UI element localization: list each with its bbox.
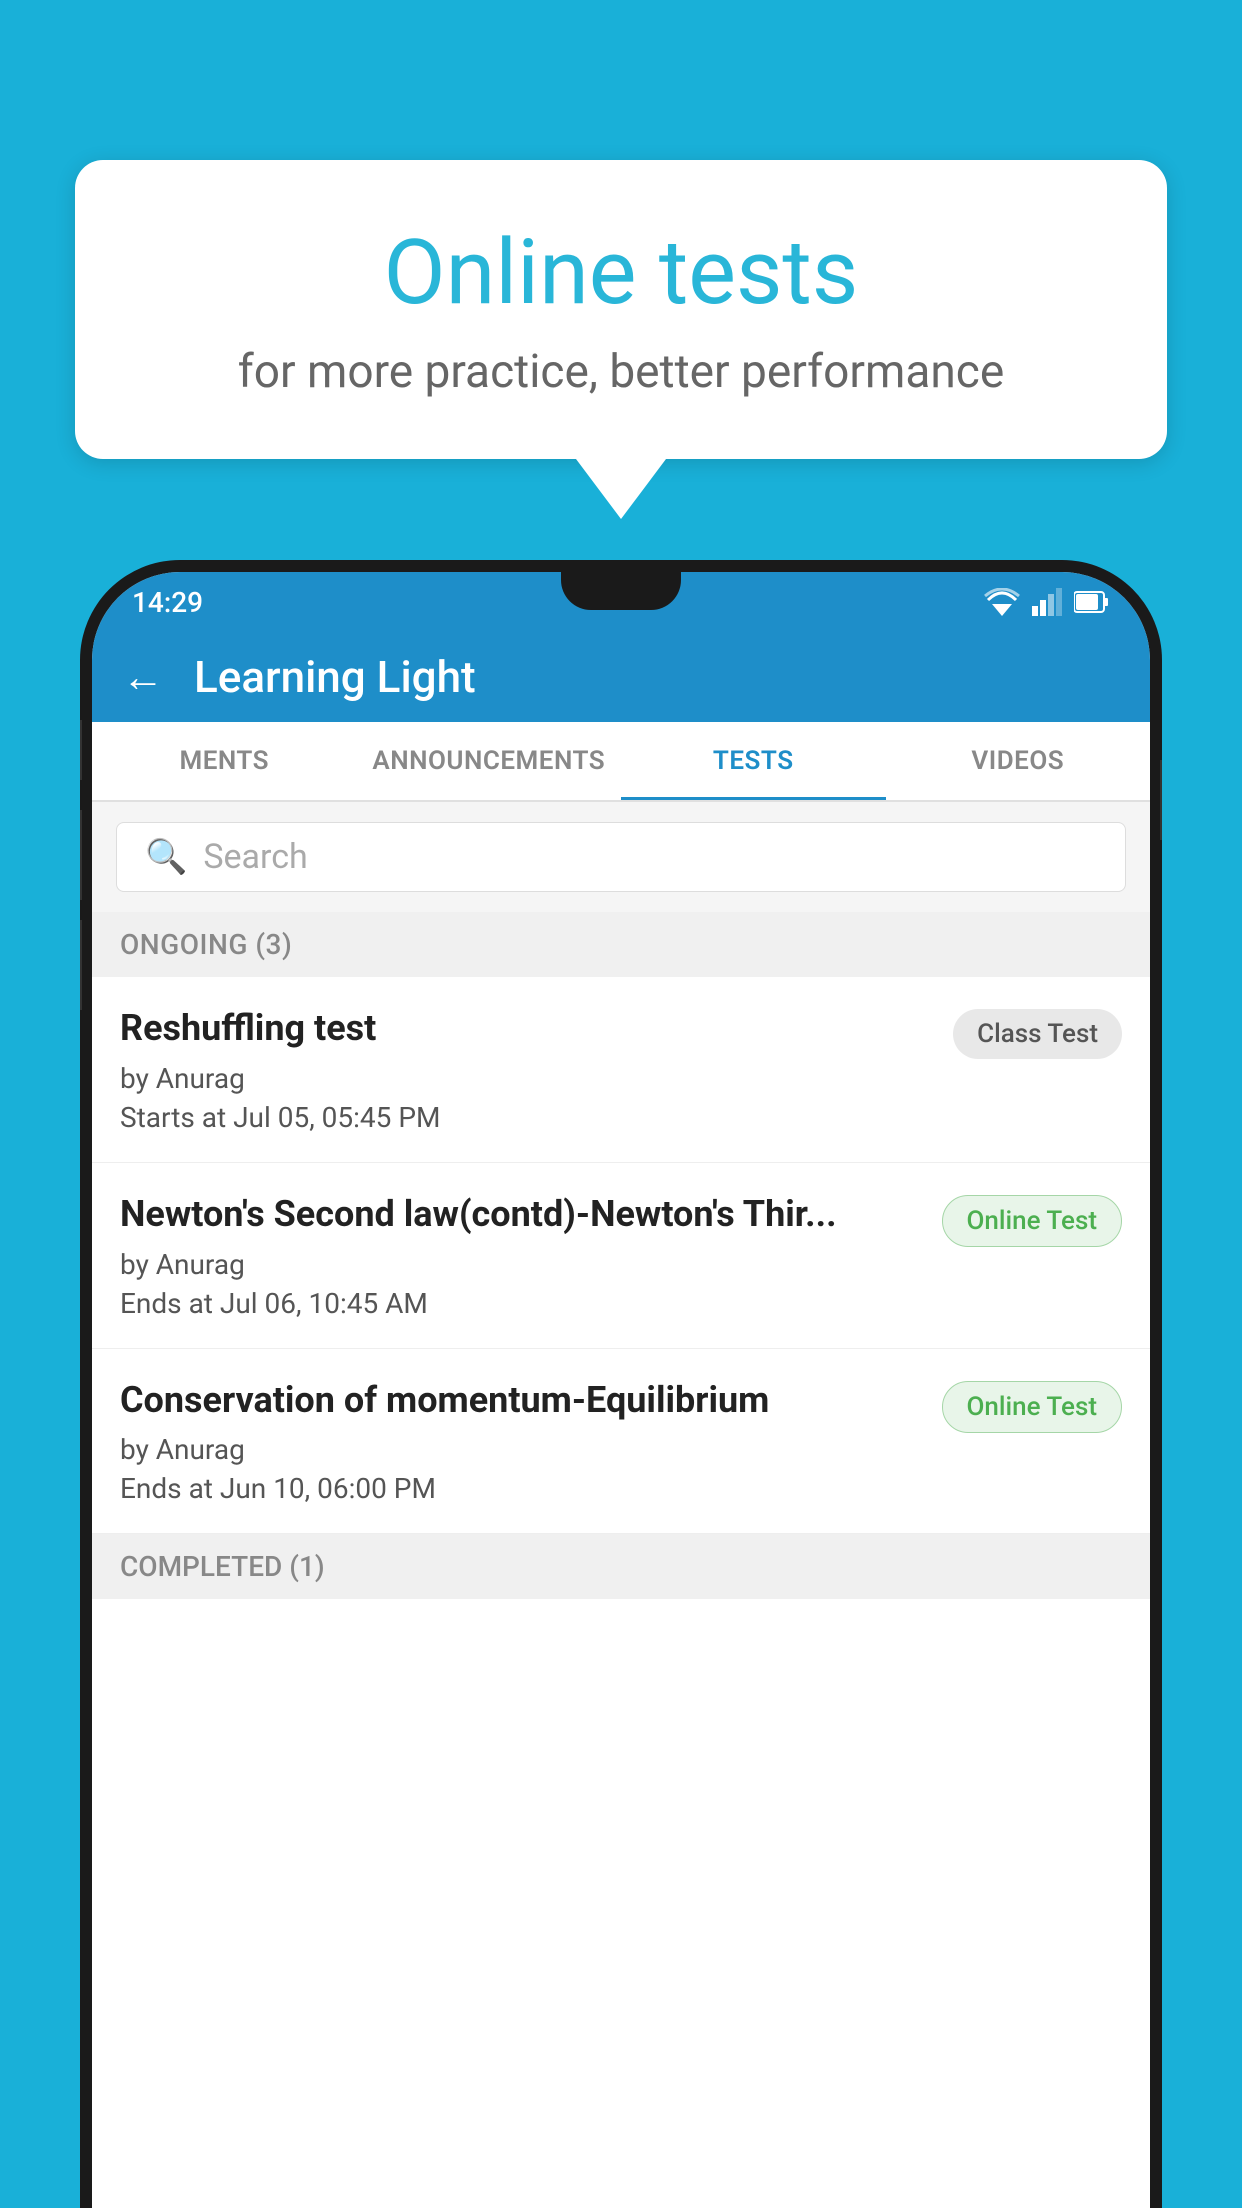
test-author-2: by Anurag [120,1248,922,1281]
wifi-icon [984,588,1020,616]
test-author-1: by Anurag [120,1062,933,1095]
test-name-3: Conservation of momentum-Equilibrium [120,1377,922,1424]
phone-frame: 14:29 [80,560,1162,2208]
test-info-1: Reshuffling test by Anurag Starts at Jul… [120,1005,933,1134]
phone-volume-down-btn [80,810,82,900]
tab-videos[interactable]: VIDEOS [886,722,1151,800]
battery-icon [1074,590,1110,614]
test-date-1: Starts at Jul 05, 05:45 PM [120,1101,933,1134]
search-icon: 🔍 [145,837,187,877]
tab-ments[interactable]: MENTS [92,722,357,800]
phone-volume-up-btn [80,720,82,780]
phone-inner: 14:29 [92,572,1150,2208]
test-item-3[interactable]: Conservation of momentum-Equilibrium by … [92,1349,1150,1535]
tabs-container: MENTS ANNOUNCEMENTS TESTS VIDEOS [92,722,1150,802]
search-input-wrapper[interactable]: 🔍 Search [116,822,1126,892]
phone-wrapper: 14:29 [80,560,1162,2208]
test-date-3: Ends at Jun 10, 06:00 PM [120,1472,922,1505]
tab-tests[interactable]: TESTS [621,722,886,800]
test-item-2[interactable]: Newton's Second law(contd)-Newton's Thir… [92,1163,1150,1349]
app-title: Learning Light [194,651,476,703]
section-ongoing-header: ONGOING (3) [92,912,1150,977]
status-time: 14:29 [132,586,203,619]
status-bar: 14:29 [92,572,1150,632]
app-header: ← Learning Light [92,632,1150,722]
search-placeholder: Search [203,837,307,877]
test-info-2: Newton's Second law(contd)-Newton's Thir… [120,1191,922,1320]
tab-announcements[interactable]: ANNOUNCEMENTS [357,722,622,800]
section-completed-header: COMPLETED (1) [92,1534,1150,1599]
speech-bubble-title: Online tests [155,220,1087,325]
status-icons [984,588,1110,616]
signal-icon [1032,588,1062,616]
phone-side-btn-right [1160,760,1162,840]
test-date-2: Ends at Jul 06, 10:45 AM [120,1287,922,1320]
speech-bubble-subtitle: for more practice, better performance [155,345,1087,399]
search-container: 🔍 Search [92,802,1150,912]
test-item-1[interactable]: Reshuffling test by Anurag Starts at Jul… [92,977,1150,1163]
speech-bubble: Online tests for more practice, better p… [75,160,1167,459]
phone-power-btn [80,920,82,1010]
speech-bubble-wrapper: Online tests for more practice, better p… [75,160,1167,519]
test-badge-2: Online Test [942,1195,1123,1247]
test-badge-3: Online Test [942,1381,1123,1433]
test-badge-1: Class Test [953,1009,1122,1059]
test-name-1: Reshuffling test [120,1005,933,1052]
test-author-3: by Anurag [120,1433,922,1466]
test-name-2: Newton's Second law(contd)-Newton's Thir… [120,1191,922,1238]
test-info-3: Conservation of momentum-Equilibrium by … [120,1377,922,1506]
speech-bubble-arrow [576,459,666,519]
notch [561,572,681,610]
test-list: Reshuffling test by Anurag Starts at Jul… [92,977,1150,1534]
back-button[interactable]: ← [122,653,164,702]
